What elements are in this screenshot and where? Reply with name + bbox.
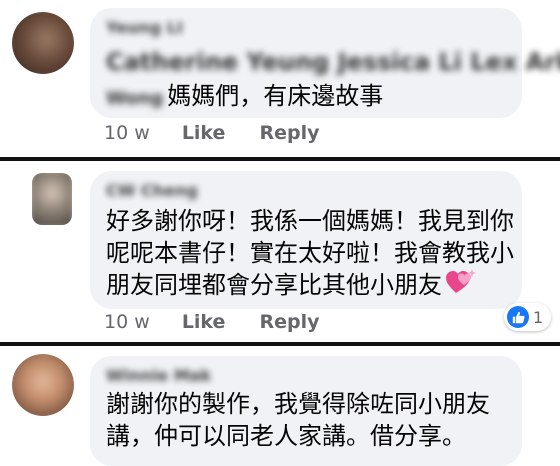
comment-bubble: Yeung LI Catherine Yeung Jessica Li Lex …: [90, 8, 560, 118]
comment-bubble: CW Cheng 好多謝你呀！我係一個媽媽！我見到你 呢呢本書仔！實在太好啦！我…: [90, 171, 522, 309]
reply-button[interactable]: Reply: [260, 122, 320, 144]
commenter-name[interactable]: Yeung LI: [106, 18, 183, 37]
commenter-name[interactable]: CW Cheng: [106, 181, 198, 200]
tagged-user[interactable]: Wong: [106, 88, 163, 109]
reaction-badge[interactable]: 1: [504, 303, 552, 331]
tagged-users-line[interactable]: Catherine Yeung Jessica Li Lex Ark: [106, 48, 560, 76]
like-icon: [507, 306, 529, 328]
avatar[interactable]: [12, 12, 74, 74]
reply-button[interactable]: Reply: [260, 311, 320, 333]
timestamp[interactable]: 10 w: [104, 311, 150, 333]
comment-line: 謝謝你的製作，我覺得除咗同小朋友: [106, 390, 490, 418]
comment-line: 好多謝你呀！我係一個媽媽！我見到你: [106, 207, 514, 235]
comment-text: Wong 媽媽們，有床邊故事: [106, 78, 383, 117]
avatar[interactable]: [32, 173, 72, 225]
comment-bubble: Winnie Mak 謝謝你的製作，我覺得除咗同小朋友 講，仲可以同老人家講。借…: [90, 356, 522, 466]
commenter-name[interactable]: Winnie Mak: [106, 366, 211, 385]
reaction-count: 1: [533, 307, 544, 327]
comment-line: 講，仲可以同老人家講。借分享。: [106, 422, 466, 450]
comment-line: 朋友同埋都會分享比其他小朋友: [106, 271, 442, 299]
comment-2: CW Cheng 好多謝你呀！我係一個媽媽！我見到你 呢呢本書仔！實在太好啦！我…: [0, 161, 560, 342]
sparkling-heart-icon: [446, 267, 476, 305]
avatar[interactable]: [12, 354, 74, 416]
comment-text-body: 媽媽們，有床邊故事: [167, 82, 384, 110]
comment-line: 呢呢本書仔！實在太好啦！我會教我小: [106, 239, 514, 267]
comment-line-with-emoji: 朋友同埋都會分享比其他小朋友: [106, 267, 476, 305]
comment-1: Yeung LI Catherine Yeung Jessica Li Lex …: [0, 0, 560, 157]
like-button[interactable]: Like: [182, 122, 226, 144]
comment-3: Winnie Mak 謝謝你的製作，我覺得除咗同小朋友 講，仲可以同老人家講。借…: [0, 346, 560, 466]
tagged-users[interactable]: Catherine Yeung Jessica Li Lex Ark: [106, 44, 560, 80]
comment-actions: 10 w Like Reply: [104, 311, 348, 333]
timestamp[interactable]: 10 w: [104, 122, 150, 144]
like-button[interactable]: Like: [182, 311, 226, 333]
comment-actions: 10 w Like Reply: [104, 122, 348, 144]
